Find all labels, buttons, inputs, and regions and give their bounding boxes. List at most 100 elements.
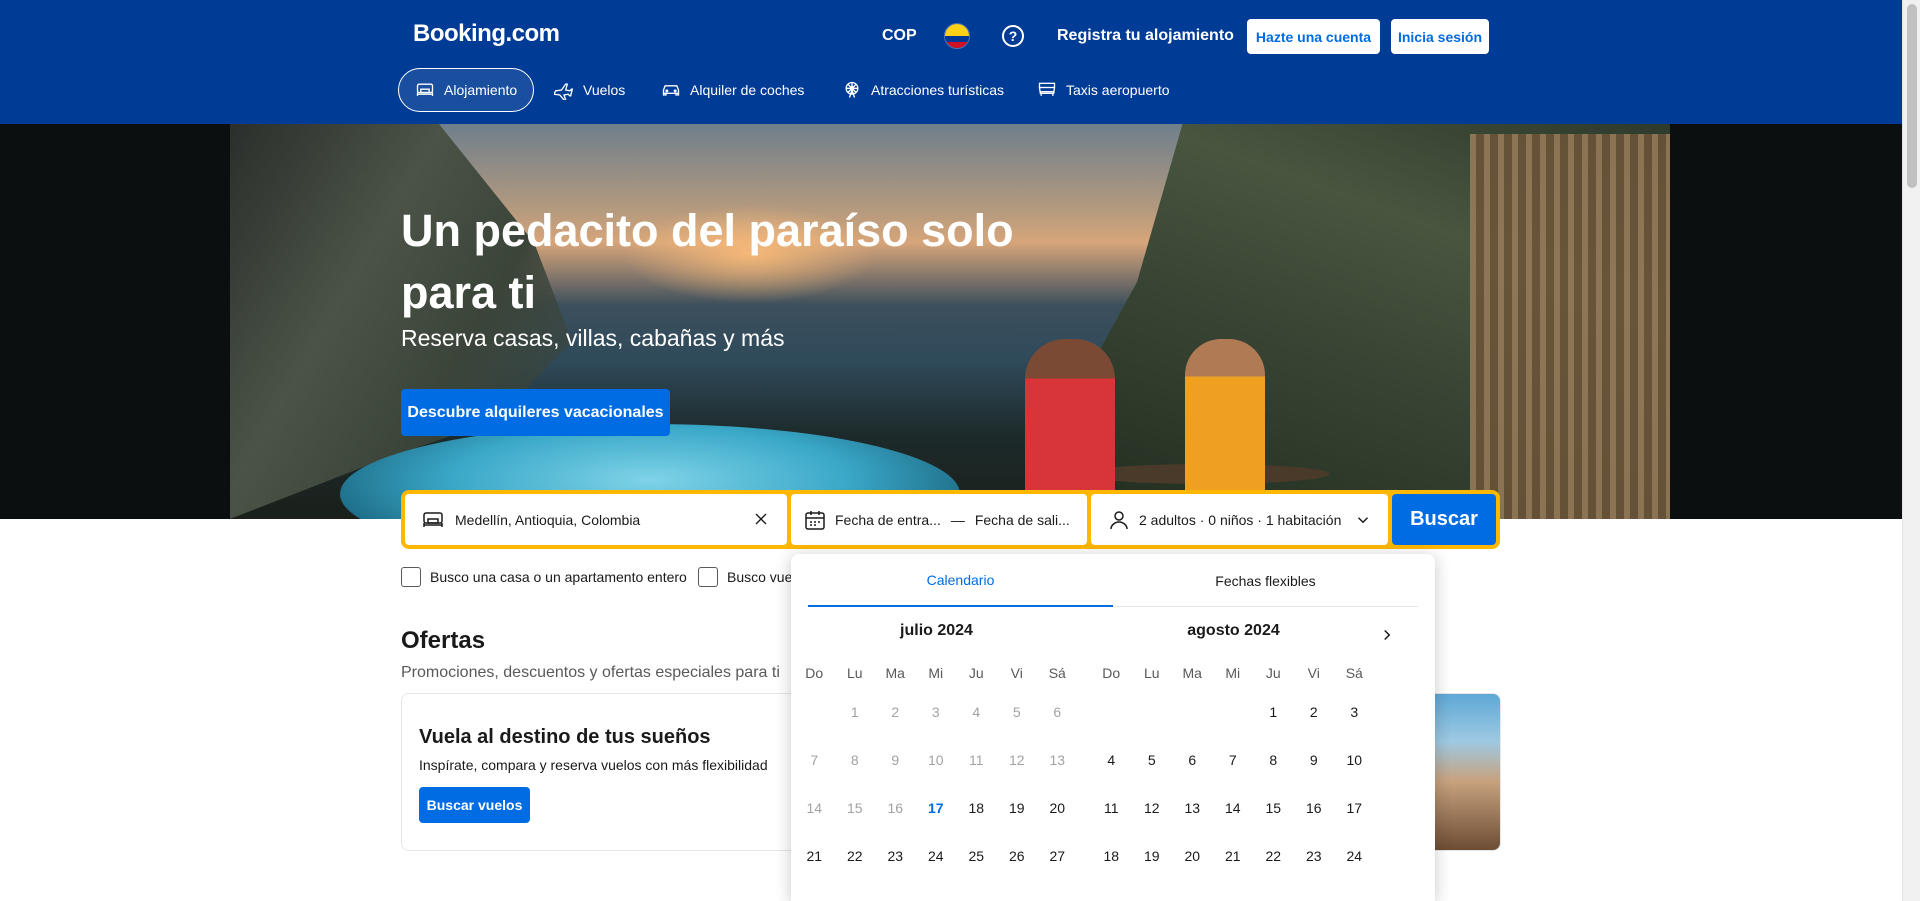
calendar-day[interactable]: 13: [1172, 784, 1213, 832]
nav-tab-taxis[interactable]: Taxis aeropuerto: [1021, 68, 1186, 112]
calendar-day[interactable]: 7: [1213, 736, 1254, 784]
calendar-day[interactable]: 2: [1294, 688, 1335, 736]
vacation-rentals-button[interactable]: Descubre alquileres vacacionales: [401, 389, 670, 436]
weekday-label: Do: [1102, 665, 1121, 681]
calendar-day[interactable]: 14: [1213, 784, 1254, 832]
calendar-day[interactable]: 17: [1334, 784, 1375, 832]
calendar-day[interactable]: 22: [835, 832, 876, 880]
register-property-link[interactable]: Registra tu alojamiento: [1057, 27, 1234, 45]
nav-tab-alojamiento[interactable]: Alojamiento: [398, 68, 535, 112]
question-circle-icon[interactable]: ?: [1002, 25, 1024, 47]
ferris-wheel-icon: [842, 80, 862, 100]
calendar-day[interactable]: 27: [1037, 832, 1078, 880]
offer-card-description: Inspírate, compara y reserva vuelos con …: [419, 757, 768, 773]
calendar-day[interactable]: 9: [1294, 736, 1335, 784]
calendar-day: 6: [1053, 704, 1062, 720]
clear-icon[interactable]: [751, 509, 771, 529]
calendar-day: 14: [806, 800, 823, 816]
weekday-label: Lu: [846, 665, 863, 681]
calendar-day[interactable]: 17: [916, 784, 957, 832]
whole-place-label: Busco una casa o un apartamento entero: [430, 569, 687, 585]
nav-tab-alquiler-coches[interactable]: Alquiler de coches: [645, 68, 820, 112]
search-flights-button[interactable]: Buscar vuelos: [419, 787, 530, 823]
calendar-day[interactable]: 1: [1253, 688, 1294, 736]
calendar-day[interactable]: 19: [1132, 832, 1173, 880]
search-button[interactable]: Buscar: [1392, 494, 1496, 545]
checkbox[interactable]: [401, 567, 421, 587]
calendar-day[interactable]: 10: [1334, 736, 1375, 784]
flights-filter[interactable]: Busco vuel: [698, 567, 795, 587]
calendar-day[interactable]: 19: [997, 784, 1038, 832]
calendar-day: 16: [887, 800, 904, 816]
checkin-date[interactable]: Fecha de entra...: [835, 512, 941, 528]
calendar-day[interactable]: 21: [794, 832, 835, 880]
nav-tab-atracciones[interactable]: Atracciones turísticas: [826, 68, 1020, 112]
calendar-day[interactable]: 23: [875, 832, 916, 880]
weekday-label: Ma: [885, 665, 905, 681]
calendar-day[interactable]: 25: [956, 832, 997, 880]
whole-place-filter[interactable]: Busco una casa o un apartamento entero: [401, 567, 687, 587]
calendar-day[interactable]: 26: [997, 832, 1038, 880]
calendar-day[interactable]: 8: [1253, 736, 1294, 784]
calendar-week: 14 15 16 17 18 19 20: [794, 784, 1079, 832]
product-nav: Alojamiento Vuelos Alquiler de coches At…: [0, 68, 1902, 112]
calendar-day[interactable]: 23: [1294, 832, 1335, 880]
calendar-day[interactable]: 20: [1172, 832, 1213, 880]
chevron-right-icon[interactable]: [1372, 620, 1402, 650]
checkout-date[interactable]: Fecha de sali...: [975, 512, 1070, 528]
calendar-week: 7 8 9 10 11 12 13: [794, 736, 1079, 784]
calendar-day[interactable]: 22: [1253, 832, 1294, 880]
calendar-day[interactable]: 3: [1334, 688, 1375, 736]
destination-field[interactable]: Medellín, Antioquia, Colombia: [405, 494, 787, 545]
date-picker-tabs: Calendario Fechas flexibles: [808, 554, 1418, 607]
bed-icon: [415, 80, 435, 100]
calendar-day[interactable]: 24: [916, 832, 957, 880]
calendar-day[interactable]: 20: [1037, 784, 1078, 832]
signup-button[interactable]: Hazte una cuenta: [1247, 19, 1380, 54]
offer-card-title: Vuela al destino de tus sueños: [419, 726, 711, 748]
offers-title: Ofertas: [401, 627, 486, 654]
currency-selector[interactable]: COP: [882, 27, 917, 45]
calendar-day[interactable]: 16: [1294, 784, 1335, 832]
calendar-week: 1 2 3 4 5 6: [794, 688, 1079, 736]
calendar-day[interactable]: 12: [1132, 784, 1173, 832]
calendar-day[interactable]: 15: [1253, 784, 1294, 832]
calendar-day[interactable]: 4: [1091, 736, 1132, 784]
date-separator: —: [950, 511, 965, 528]
destination-input[interactable]: Medellín, Antioquia, Colombia: [455, 512, 640, 528]
checkbox[interactable]: [698, 567, 718, 587]
weekday-label: Vi: [1010, 665, 1023, 681]
calendar-day: 7: [810, 752, 819, 768]
logo[interactable]: Booking.com: [413, 20, 560, 48]
chevron-down-icon[interactable]: [1354, 511, 1372, 529]
nav-tab-vuelos[interactable]: Vuelos: [538, 68, 641, 112]
calendar-day[interactable]: 18: [1091, 832, 1132, 880]
calendar-day[interactable]: 5: [1132, 736, 1173, 784]
month-title: julio 2024: [900, 622, 973, 639]
flights-label: Busco vuel: [727, 569, 796, 585]
calendar-day[interactable]: 24: [1334, 832, 1375, 880]
login-button[interactable]: Inicia sesión: [1391, 19, 1489, 54]
calendar-day[interactable]: 6: [1172, 736, 1213, 784]
calendar-week: 21 22 23 24 25 26 27: [794, 832, 1079, 880]
calendar-day[interactable]: 11: [1091, 784, 1132, 832]
hero-subtitle: Reserva casas, villas, cabañas y más: [401, 325, 785, 351]
tab-fechas-flexibles[interactable]: Fechas flexibles: [1113, 554, 1418, 607]
calendar-icon: [803, 508, 827, 532]
taxi-icon: [1037, 80, 1057, 100]
month-july: julio 2024 Do Lu Ma Mi Ju Vi Sá 1 2 3 4 5 6 7 8 9 10 11 12…: [794, 622, 1079, 880]
calendar-day[interactable]: 18: [956, 784, 997, 832]
scrollbar-thumb[interactable]: [1907, 4, 1917, 188]
weekday-label: Mi: [1225, 665, 1241, 681]
colombia-flag-icon[interactable]: [944, 23, 970, 49]
dates-field[interactable]: Fecha de entra... — Fecha de sali...: [791, 494, 1087, 545]
guests-field[interactable]: 2 adultos · 0 niños · 1 habitación: [1091, 494, 1388, 545]
car-icon: [661, 80, 681, 100]
weekday-label: Sá: [1048, 665, 1066, 681]
calendar-day[interactable]: 21: [1213, 832, 1254, 880]
calendar-day: 1: [850, 704, 859, 720]
calendar-empty-cell: [1091, 688, 1132, 736]
calendar-week: 123: [1091, 688, 1376, 736]
tab-calendario[interactable]: Calendario: [808, 554, 1113, 607]
scrollbar[interactable]: [1902, 0, 1920, 901]
